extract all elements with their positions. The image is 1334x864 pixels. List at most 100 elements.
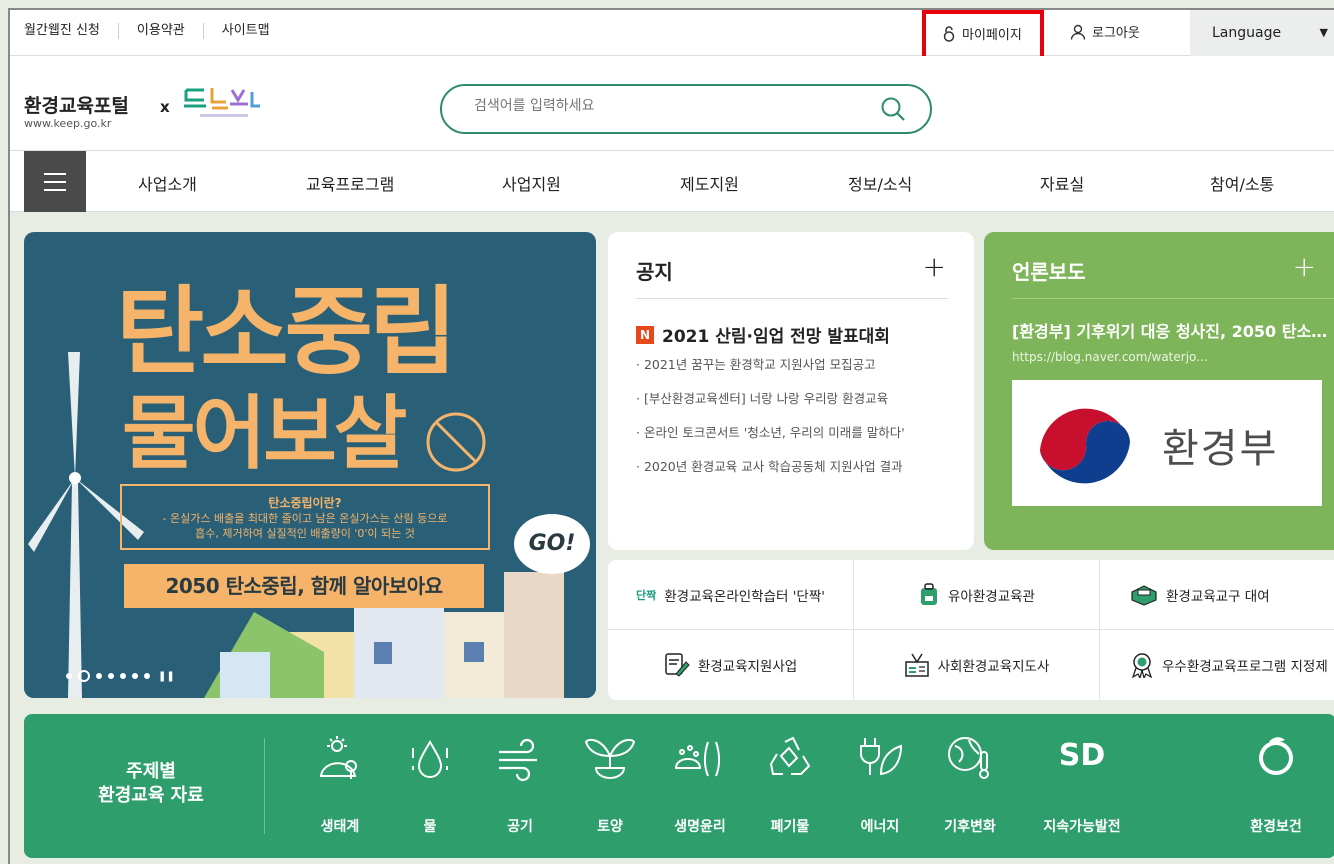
- notice-more-icon[interactable]: +: [923, 250, 946, 283]
- carousel-dot[interactable]: [144, 673, 150, 679]
- notice-title: 공지: [636, 260, 673, 284]
- user-icon: [1070, 24, 1086, 40]
- notice-item[interactable]: · 2020년 환경교육 교사 학습공동체 지원사업 결과: [636, 456, 952, 490]
- caret-down-icon: ▼: [1319, 26, 1328, 39]
- notice-item[interactable]: · 온라인 토크콘서트 '청소년, 우리의 미래를 말하다': [636, 422, 952, 456]
- topic-soil[interactable]: 토양: [560, 724, 660, 848]
- mypage-link[interactable]: 마이페이지: [942, 24, 1022, 43]
- notice-item[interactable]: · [부산환경교육센터] 너랑 나랑 우리랑 환경교육: [636, 388, 952, 422]
- carousel-dot[interactable]: [120, 673, 126, 679]
- new-badge: N: [636, 325, 654, 344]
- topic-air[interactable]: 공기: [470, 724, 570, 848]
- quick-link-instructor[interactable]: 사회환경교육지도사: [854, 630, 1100, 700]
- banner-info-box: 탄소중립이란? - 온실가스 배출을 최대한 줄이고 남은 온실가스는 산림 등…: [120, 484, 490, 550]
- carousel-dot[interactable]: [66, 673, 72, 679]
- nav-item-policy[interactable]: 제도지원: [680, 171, 739, 195]
- press-url[interactable]: https://blog.naver.com/waterjo...: [1012, 350, 1252, 364]
- quick-link-kids[interactable]: 유아환경교육관: [854, 560, 1100, 630]
- language-select[interactable]: Language ▼: [1190, 10, 1334, 56]
- quick-link-label: 유아환경교육관: [948, 588, 1035, 605]
- terms-link[interactable]: 이용약관: [119, 23, 204, 39]
- topic-section-title: 주제별 환경교육 자료: [66, 760, 236, 808]
- bioethics-icon: [674, 741, 720, 777]
- logout-link[interactable]: 로그아웃: [1070, 22, 1140, 41]
- banner-go-button[interactable]: GO!: [514, 514, 590, 574]
- notice-headline[interactable]: N 2021 산림·임업 전망 발표대회: [636, 322, 890, 347]
- divider: [1012, 298, 1334, 299]
- toolbox-icon: [1131, 584, 1157, 606]
- nav-item-programs[interactable]: 교육프로그램: [306, 171, 394, 195]
- nav-item-about[interactable]: 사업소개: [138, 171, 197, 195]
- backpack-icon: [921, 582, 938, 605]
- quick-link-support[interactable]: 환경교육지원사업: [608, 630, 854, 700]
- topic-waste[interactable]: 폐기물: [740, 724, 840, 848]
- topic-label: 환경보건: [1250, 819, 1302, 835]
- banner-box-heading: 탄소중립이란?: [268, 496, 342, 510]
- danjjak-logo[interactable]: [182, 84, 262, 122]
- carousel-dot[interactable]: [132, 673, 138, 679]
- nav-item-support[interactable]: 사업지원: [502, 171, 561, 195]
- webzine-link[interactable]: 월간웹진 신청: [24, 23, 119, 39]
- quick-link-label: 환경교육교구 대여: [1166, 588, 1270, 605]
- carousel-dot-active[interactable]: [78, 670, 90, 682]
- quick-links: 단짝 환경교육온라인학습터 '단짝' 유아환경교육관 환경교육교구 대여 환경교…: [608, 560, 1334, 700]
- water-drop-icon: [412, 740, 448, 778]
- quick-link-danjjak[interactable]: 단짝 환경교육온라인학습터 '단짝': [608, 560, 854, 630]
- hamburger-icon: [44, 188, 66, 191]
- press-headline[interactable]: [환경부] 기후위기 대응 청사진, 2050 탄소중립: [1012, 318, 1330, 342]
- search-input[interactable]: [474, 98, 854, 114]
- topic-climate-change[interactable]: 기후변화: [920, 724, 1020, 848]
- hero-banner[interactable]: 탄소중립 물어보살 탄소중립이란? - 온실가스 배출을 최대한 줄이고 남은 …: [24, 232, 596, 698]
- utility-bar: 월간웹진 신청 이용약관 사이트맵 마이페이지 로그아웃 Language ▼: [10, 10, 1334, 72]
- topic-ecosystem[interactable]: 생태계: [290, 724, 390, 848]
- press-more-icon[interactable]: +: [1293, 250, 1316, 283]
- mypage-label: 마이페이지: [962, 28, 1022, 43]
- quick-link-label: 사회환경교육지도사: [937, 659, 1050, 675]
- plug-leaf-icon: [860, 738, 903, 776]
- topic-environmental-health[interactable]: 환경보건: [1226, 724, 1326, 848]
- site-header: 환경교육포털 x www.keep.go.kr: [10, 56, 1334, 150]
- sd-icon: SD: [1058, 738, 1106, 773]
- logo-separator: x: [160, 98, 170, 116]
- quick-link-rental[interactable]: 환경교육교구 대여: [1100, 560, 1334, 630]
- document-pen-icon: [665, 653, 690, 677]
- pause-icon[interactable]: ❚❚: [158, 671, 175, 682]
- topic-title-line-1: 주제별: [126, 761, 176, 782]
- topic-title-line-2: 환경교육 자료: [98, 785, 204, 806]
- topic-bioethics[interactable]: 생명윤리: [650, 724, 750, 848]
- press-thumbnail[interactable]: 환경부: [1012, 380, 1322, 506]
- portal-logo[interactable]: 환경교육포털: [24, 91, 129, 118]
- search-icon[interactable]: [880, 96, 906, 122]
- topic-label: 토양: [597, 819, 623, 835]
- carousel-dot[interactable]: [108, 673, 114, 679]
- press-card: 언론보도 + [환경부] 기후위기 대응 청사진, 2050 탄소중립 http…: [984, 232, 1334, 550]
- topic-label: 공기: [507, 819, 533, 835]
- notice-item[interactable]: · 2021년 꿈꾸는 환경학교 지원사업 모집공고: [636, 354, 952, 388]
- carousel-indicators: ❚❚: [66, 670, 175, 682]
- nav-item-community[interactable]: 참여/소통: [1210, 171, 1274, 195]
- press-title: 언론보도: [1012, 260, 1086, 284]
- banner-title-1: 탄소중립: [116, 276, 457, 388]
- nav-item-library[interactable]: 자료실: [1040, 171, 1084, 195]
- menu-button[interactable]: [24, 151, 86, 212]
- topic-energy[interactable]: 에너지: [830, 724, 930, 848]
- topic-water[interactable]: 물: [380, 724, 480, 848]
- wind-icon: [499, 738, 537, 782]
- quick-link-certified-program[interactable]: 우수환경교육프로그램 지정제: [1100, 630, 1334, 700]
- quick-link-label: 환경교육지원사업: [697, 659, 798, 675]
- banner-box-line-2: 흡수, 제거하여 실질적인 배출량이 '0'이 되는 것: [195, 527, 415, 540]
- divider: [636, 298, 948, 299]
- sitemap-link[interactable]: 사이트맵: [204, 23, 288, 39]
- utility-links: 월간웹진 신청 이용약관 사이트맵: [24, 23, 288, 39]
- divider: [264, 738, 265, 834]
- notice-list: · 2021년 꿈꾸는 환경학교 지원사업 모집공고 · [부산환경교육센터] …: [636, 354, 952, 490]
- certificate-icon: [904, 653, 929, 677]
- quick-link-label: 우수환경교육프로그램 지정제: [1162, 659, 1328, 675]
- page-frame: 월간웹진 신청 이용약관 사이트맵 마이페이지 로그아웃 Language ▼ …: [8, 8, 1334, 864]
- main-nav: 사업소개 교육프로그램 사업지원 제도지원 정보/소식 자료실 참여/소통: [10, 150, 1334, 212]
- carousel-dot[interactable]: [96, 673, 102, 679]
- hamburger-icon: [44, 180, 66, 183]
- nav-item-news[interactable]: 정보/소식: [848, 171, 912, 195]
- topic-sustainable-development[interactable]: SD 지속가능발전: [1032, 724, 1132, 848]
- press-image-text: 환경부: [1162, 426, 1279, 472]
